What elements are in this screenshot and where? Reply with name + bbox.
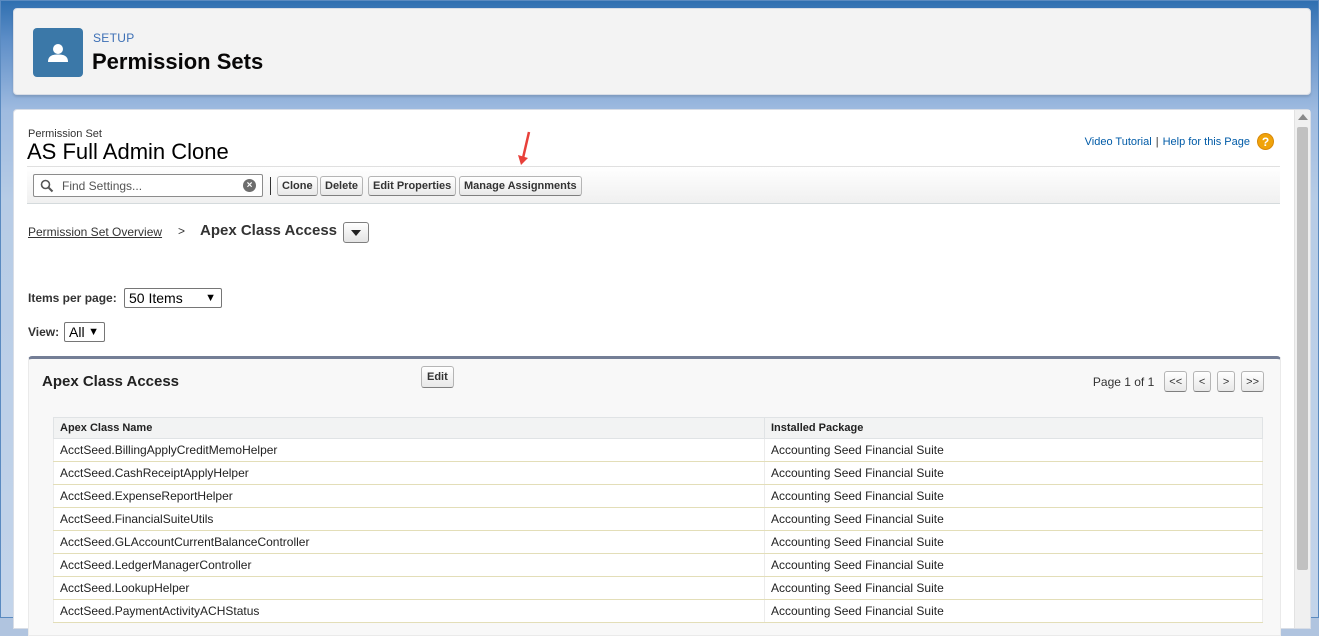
installed-package-cell: Accounting Seed Financial Suite xyxy=(764,461,1263,485)
apex-class-name-cell: AcctSeed.PaymentActivityACHStatus xyxy=(53,599,765,623)
table-header-row: Apex Class Name Installed Package xyxy=(53,417,1263,439)
last-page-button[interactable]: >> xyxy=(1241,371,1264,392)
first-page-button[interactable]: << xyxy=(1164,371,1188,392)
clear-search-icon[interactable]: × xyxy=(243,179,256,192)
column-header-apex-class-name[interactable]: Apex Class Name xyxy=(53,417,765,439)
pagination: Page 1 of 1 << < > >> xyxy=(1093,371,1264,392)
section-dropdown-button[interactable] xyxy=(343,222,369,243)
main-panel: Permission Set AS Full Admin Clone Video… xyxy=(13,109,1311,636)
items-per-page-label: Items per page: xyxy=(28,291,117,305)
view-value: All xyxy=(69,324,85,340)
installed-package-cell: Accounting Seed Financial Suite xyxy=(764,599,1263,623)
breadcrumb-current: Apex Class Access xyxy=(200,222,338,239)
prev-page-button[interactable]: < xyxy=(1193,371,1212,392)
annotation-arrow-icon xyxy=(518,131,531,165)
table-row: AcctSeed.CashReceiptApplyHelper Accounti… xyxy=(53,461,1263,485)
find-settings-input[interactable] xyxy=(60,177,240,194)
installed-package-cell: Accounting Seed Financial Suite xyxy=(764,553,1263,577)
permission-set-name: AS Full Admin Clone xyxy=(27,139,229,164)
help-separator: | xyxy=(1155,135,1159,148)
table-row: AcctSeed.GLAccountCurrentBalanceControll… xyxy=(53,530,1263,554)
breadcrumb-separator: > xyxy=(178,224,186,238)
view-label: View: xyxy=(28,325,60,339)
search-icon xyxy=(40,179,54,193)
table-row: AcctSeed.BillingApplyCreditMemoHelper Ac… xyxy=(53,438,1263,462)
items-per-page-value: 50 Items xyxy=(129,290,183,306)
clone-button[interactable]: Clone xyxy=(277,176,318,196)
table-row: AcctSeed.PaymentActivityACHStatus Accoun… xyxy=(53,599,1263,623)
apex-class-name-cell: AcctSeed.LedgerManagerController xyxy=(53,553,765,577)
items-per-page-select[interactable]: 50 Items ▼ xyxy=(124,288,222,308)
apex-class-name-cell: AcctSeed.CashReceiptApplyHelper xyxy=(53,461,765,485)
edit-button[interactable]: Edit xyxy=(421,366,454,388)
page-title: Permission Sets xyxy=(92,49,264,74)
setup-header: SETUP Permission Sets xyxy=(13,8,1311,95)
toolbar: × Clone Delete Edit Properties Manage As… xyxy=(27,166,1280,204)
installed-package-cell: Accounting Seed Financial Suite xyxy=(764,576,1263,600)
apex-class-table: Apex Class Name Installed Package AcctSe… xyxy=(53,417,1263,623)
apex-class-name-cell: AcctSeed.ExpenseReportHelper xyxy=(53,484,765,508)
video-tutorial-link[interactable]: Video Tutorial xyxy=(1085,136,1152,148)
breadcrumb-overview-link[interactable]: Permission Set Overview xyxy=(28,225,162,239)
view-select[interactable]: All ▼ xyxy=(64,322,105,342)
apex-class-name-cell: AcctSeed.LookupHelper xyxy=(53,576,765,600)
help-page-link[interactable]: Help for this Page xyxy=(1163,136,1250,148)
help-links: Video Tutorial | Help for this Page ? xyxy=(1085,133,1274,150)
installed-package-cell: Accounting Seed Financial Suite xyxy=(764,438,1263,462)
table-row: AcctSeed.FinancialSuiteUtils Accounting … xyxy=(53,507,1263,531)
chevron-down-icon: ▼ xyxy=(205,292,216,304)
apex-class-name-cell: AcctSeed.GLAccountCurrentBalanceControll… xyxy=(53,530,765,554)
delete-button[interactable]: Delete xyxy=(320,176,364,196)
help-icon[interactable]: ? xyxy=(1257,133,1274,150)
table-row: AcctSeed.LedgerManagerController Account… xyxy=(53,553,1263,577)
installed-package-cell: Accounting Seed Financial Suite xyxy=(764,530,1263,554)
manage-assignments-button[interactable]: Manage Assignments xyxy=(459,176,582,196)
table-row: AcctSeed.LookupHelper Accounting Seed Fi… xyxy=(53,576,1263,600)
vertical-scrollbar[interactable] xyxy=(1294,110,1310,628)
installed-package-cell: Accounting Seed Financial Suite xyxy=(764,484,1263,508)
scroll-up-arrow-icon[interactable] xyxy=(1298,114,1308,120)
installed-package-cell: Accounting Seed Financial Suite xyxy=(764,507,1263,531)
find-settings-box: × xyxy=(33,174,263,197)
header-eyebrow: SETUP xyxy=(93,31,135,45)
toolbar-divider xyxy=(270,177,271,195)
apex-class-name-cell: AcctSeed.FinancialSuiteUtils xyxy=(53,507,765,531)
user-icon xyxy=(33,28,83,77)
next-page-button[interactable]: > xyxy=(1217,371,1236,392)
scroll-thumb[interactable] xyxy=(1297,127,1308,570)
chevron-down-icon: ▼ xyxy=(88,326,99,338)
page-indicator: Page 1 of 1 xyxy=(1092,374,1155,389)
apex-class-access-section: Apex Class Access Edit Page 1 of 1 << < … xyxy=(28,356,1281,636)
apex-class-name-cell: AcctSeed.BillingApplyCreditMemoHelper xyxy=(53,438,765,462)
table-row: AcctSeed.ExpenseReportHelper Accounting … xyxy=(53,484,1263,508)
dropdown-arrow-icon xyxy=(351,230,361,236)
column-header-installed-package[interactable]: Installed Package xyxy=(764,417,1263,439)
edit-properties-button[interactable]: Edit Properties xyxy=(368,176,457,196)
section-title: Apex Class Access xyxy=(42,373,180,390)
